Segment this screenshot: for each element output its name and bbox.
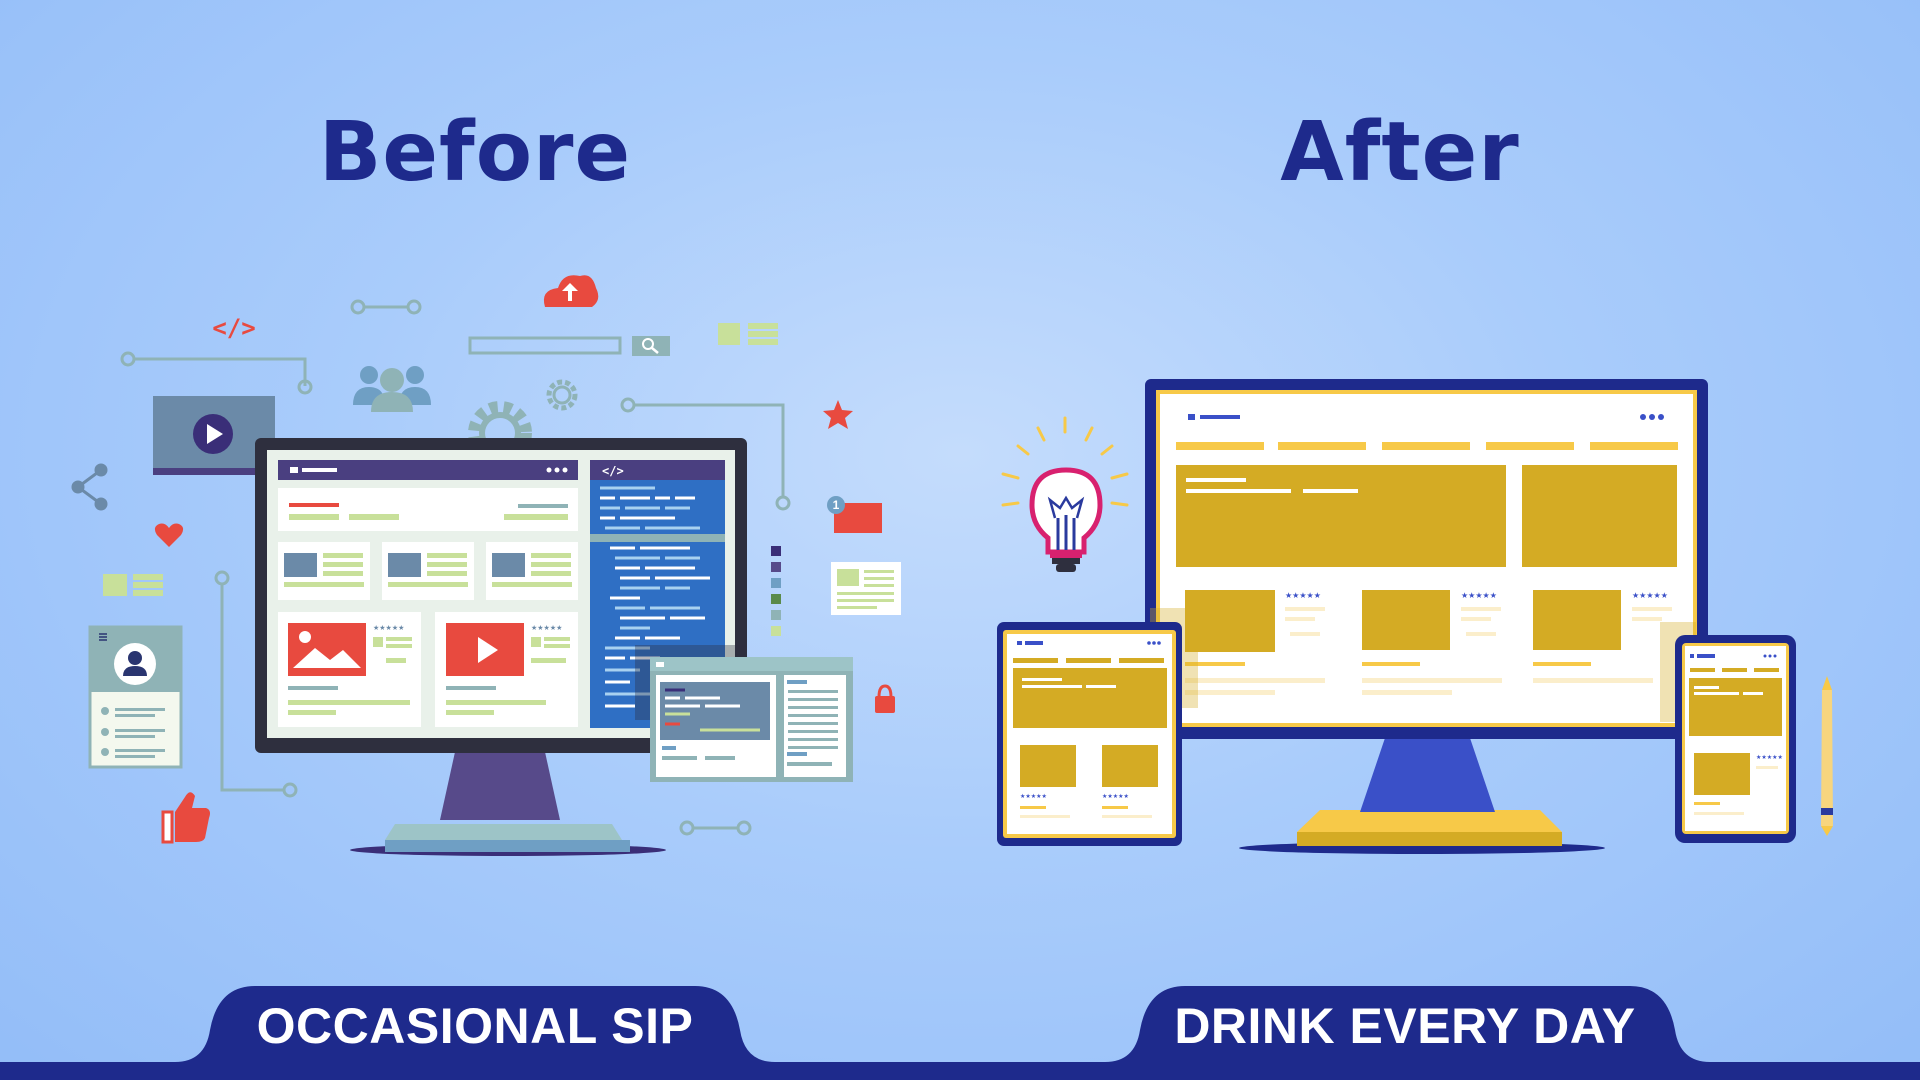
notification-icon: 1 [827, 496, 882, 533]
floating-window [635, 645, 853, 782]
rating-stars: ★★★★★ [1756, 754, 1783, 761]
before-scene: </> 1 ★★★★★ ★★★★★ </> [71, 275, 901, 856]
thumbs-up-icon [161, 792, 210, 844]
after-scene: ★★★★★ ★★★★★ ★★★★★ ★★★★★ ★★★★★ ★★★★★ [997, 379, 1833, 854]
profile-card [88, 625, 183, 769]
lock-icon [875, 684, 895, 713]
rating-stars: ★★★★★ [1632, 591, 1668, 600]
rating-stars: ★★★★★ [1285, 591, 1321, 600]
code-panel-tag: </> [602, 464, 624, 478]
occasional-sip-label: OCCASIONAL SIP [256, 998, 694, 1054]
rating-stars: ★★★★★ [1102, 793, 1129, 800]
doc-icon [103, 574, 163, 596]
after-tablet: ★★★★★ ★★★★★ [997, 608, 1198, 846]
color-swatches [771, 546, 781, 636]
rating-stars: ★★★★★ [531, 624, 562, 632]
after-phone: ★★★★★ [1660, 622, 1796, 843]
rating-stars: ★★★★★ [1461, 591, 1497, 600]
image-icon [288, 623, 366, 676]
drink-every-day-label: DRINK EVERY DAY [1174, 998, 1636, 1054]
share-icon [71, 463, 108, 511]
star-icon [823, 400, 853, 429]
code-tag-icon: </> [212, 314, 255, 342]
pencil-icon [1821, 676, 1833, 836]
cloud-upload-icon [543, 275, 599, 307]
article-card [831, 562, 901, 615]
lightbulb-icon [1001, 416, 1129, 572]
notification-count: 1 [833, 498, 840, 512]
after-monitor: ★★★★★ ★★★★★ ★★★★★ [1145, 379, 1708, 854]
rating-stars: ★★★★★ [373, 624, 404, 632]
doc-icon [718, 323, 778, 345]
search-bar [468, 336, 670, 356]
rating-stars: ★★★★★ [1020, 793, 1047, 800]
illustration: </> 1 ★★★★★ ★★★★★ </> ★★★★★ ★★★★★ ★★★★★ … [0, 275, 1920, 1080]
users-icon [353, 366, 431, 412]
